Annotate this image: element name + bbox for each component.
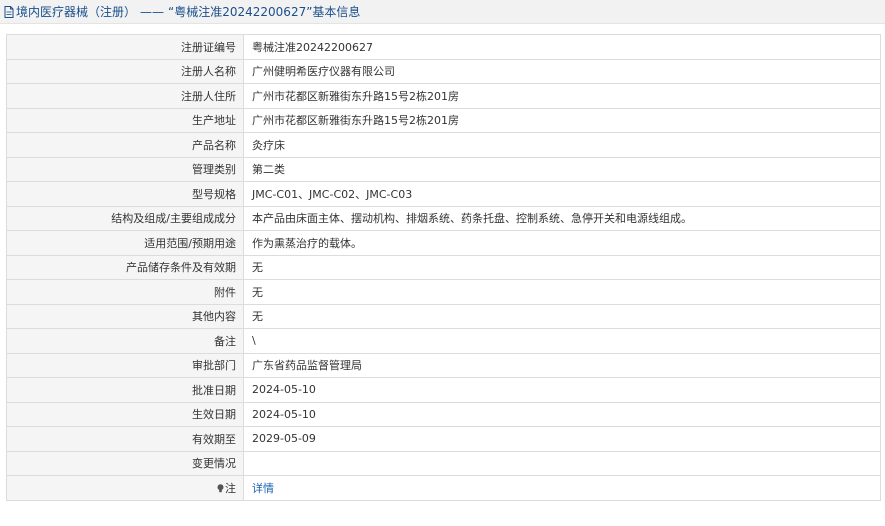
table-row: 结构及组成/主要组成成分 本产品由床面主体、摆动机构、排烟系统、药条托盘、控制系… bbox=[6, 205, 881, 231]
row-value: 无 bbox=[243, 303, 881, 329]
row-value: 本产品由床面主体、摆动机构、排烟系统、药条托盘、控制系统、急停开关和电源线组成。 bbox=[243, 205, 881, 231]
row-label: 注册证编号 bbox=[6, 34, 244, 60]
table-row: 管理类别 第二类 bbox=[6, 156, 881, 182]
row-value: 无 bbox=[243, 279, 881, 305]
row-label: 变更情况 bbox=[6, 450, 244, 476]
row-value: 作为熏蒸治疗的载体。 bbox=[243, 230, 881, 256]
table-row: 生效日期 2024-05-10 bbox=[6, 401, 881, 427]
row-label: 注册人住所 bbox=[6, 83, 244, 109]
table-row: 备注 \ bbox=[6, 328, 881, 354]
row-label: 附件 bbox=[6, 279, 244, 305]
row-label: 结构及组成/主要组成成分 bbox=[6, 205, 244, 231]
note-value-cell: 详情 bbox=[243, 475, 881, 501]
row-value: JMC-C01、JMC-C02、JMC-C03 bbox=[243, 181, 881, 207]
row-value: 无 bbox=[243, 254, 881, 280]
row-value: 2024-05-10 bbox=[243, 401, 881, 427]
table-row: 审批部门 广东省药品监督管理局 bbox=[6, 352, 881, 378]
row-label: 生产地址 bbox=[6, 107, 244, 133]
header-category: 境内医疗器械（注册） bbox=[16, 5, 137, 19]
row-value: 灸疗床 bbox=[243, 132, 881, 158]
table-row: 注册证编号 粤械注准20242200627 bbox=[6, 34, 881, 60]
note-label-cell: 注 bbox=[6, 475, 244, 501]
table-row: 附件 无 bbox=[6, 279, 881, 305]
table-row: 注册人名称 广州健明希医疗仪器有限公司 bbox=[6, 58, 881, 84]
row-value: 第二类 bbox=[243, 156, 881, 182]
table-row: 型号规格 JMC-C01、JMC-C02、JMC-C03 bbox=[6, 181, 881, 207]
info-table: 注册证编号 粤械注准20242200627 注册人名称 广州健明希医疗仪器有限公… bbox=[6, 34, 881, 501]
row-value: 广州健明希医疗仪器有限公司 bbox=[243, 58, 881, 84]
row-value: 广州市花都区新雅街东升路15号2栋201房 bbox=[243, 107, 881, 133]
row-label: 生效日期 bbox=[6, 401, 244, 427]
table-row: 适用范围/预期用途 作为熏蒸治疗的载体。 bbox=[6, 230, 881, 256]
row-value: \ bbox=[243, 328, 881, 354]
row-value: 2024-05-10 bbox=[243, 377, 881, 403]
table-row: 其他内容 无 bbox=[6, 303, 881, 329]
lightbulb-icon bbox=[217, 483, 224, 492]
row-label: 产品名称 bbox=[6, 132, 244, 158]
note-row: 注 详情 bbox=[6, 475, 881, 501]
row-value: 广东省药品监督管理局 bbox=[243, 352, 881, 378]
page-header: 境内医疗器械（注册） —— “粤械注准20242200627”基本信息 bbox=[0, 0, 885, 24]
table-row: 注册人住所 广州市花都区新雅街东升路15号2栋201房 bbox=[6, 83, 881, 109]
row-label: 批准日期 bbox=[6, 377, 244, 403]
row-label: 有效期至 bbox=[6, 426, 244, 452]
table-row: 批准日期 2024-05-10 bbox=[6, 377, 881, 403]
table-row: 生产地址 广州市花都区新雅街东升路15号2栋201房 bbox=[6, 107, 881, 133]
details-link[interactable]: 详情 bbox=[252, 482, 274, 495]
table-row: 有效期至 2029-05-09 bbox=[6, 426, 881, 452]
row-value: 2029-05-09 bbox=[243, 426, 881, 452]
table-row: 变更情况 bbox=[6, 450, 881, 476]
note-label: 注 bbox=[225, 481, 236, 495]
row-value: 广州市花都区新雅街东升路15号2栋201房 bbox=[243, 83, 881, 109]
row-label: 注册人名称 bbox=[6, 58, 244, 84]
row-label: 型号规格 bbox=[6, 181, 244, 207]
row-label: 产品储存条件及有效期 bbox=[6, 254, 244, 280]
document-icon bbox=[4, 5, 14, 18]
row-label: 审批部门 bbox=[6, 352, 244, 378]
row-value: 粤械注准20242200627 bbox=[243, 34, 881, 60]
row-label: 其他内容 bbox=[6, 303, 244, 329]
table-row: 产品储存条件及有效期 无 bbox=[6, 254, 881, 280]
row-label: 管理类别 bbox=[6, 156, 244, 182]
table-row: 产品名称 灸疗床 bbox=[6, 132, 881, 158]
row-value bbox=[243, 450, 881, 476]
header-separator: —— bbox=[140, 4, 165, 19]
row-label: 备注 bbox=[6, 328, 244, 354]
header-record-title: “粤械注准20242200627”基本信息 bbox=[168, 5, 361, 19]
row-label: 适用范围/预期用途 bbox=[6, 230, 244, 256]
